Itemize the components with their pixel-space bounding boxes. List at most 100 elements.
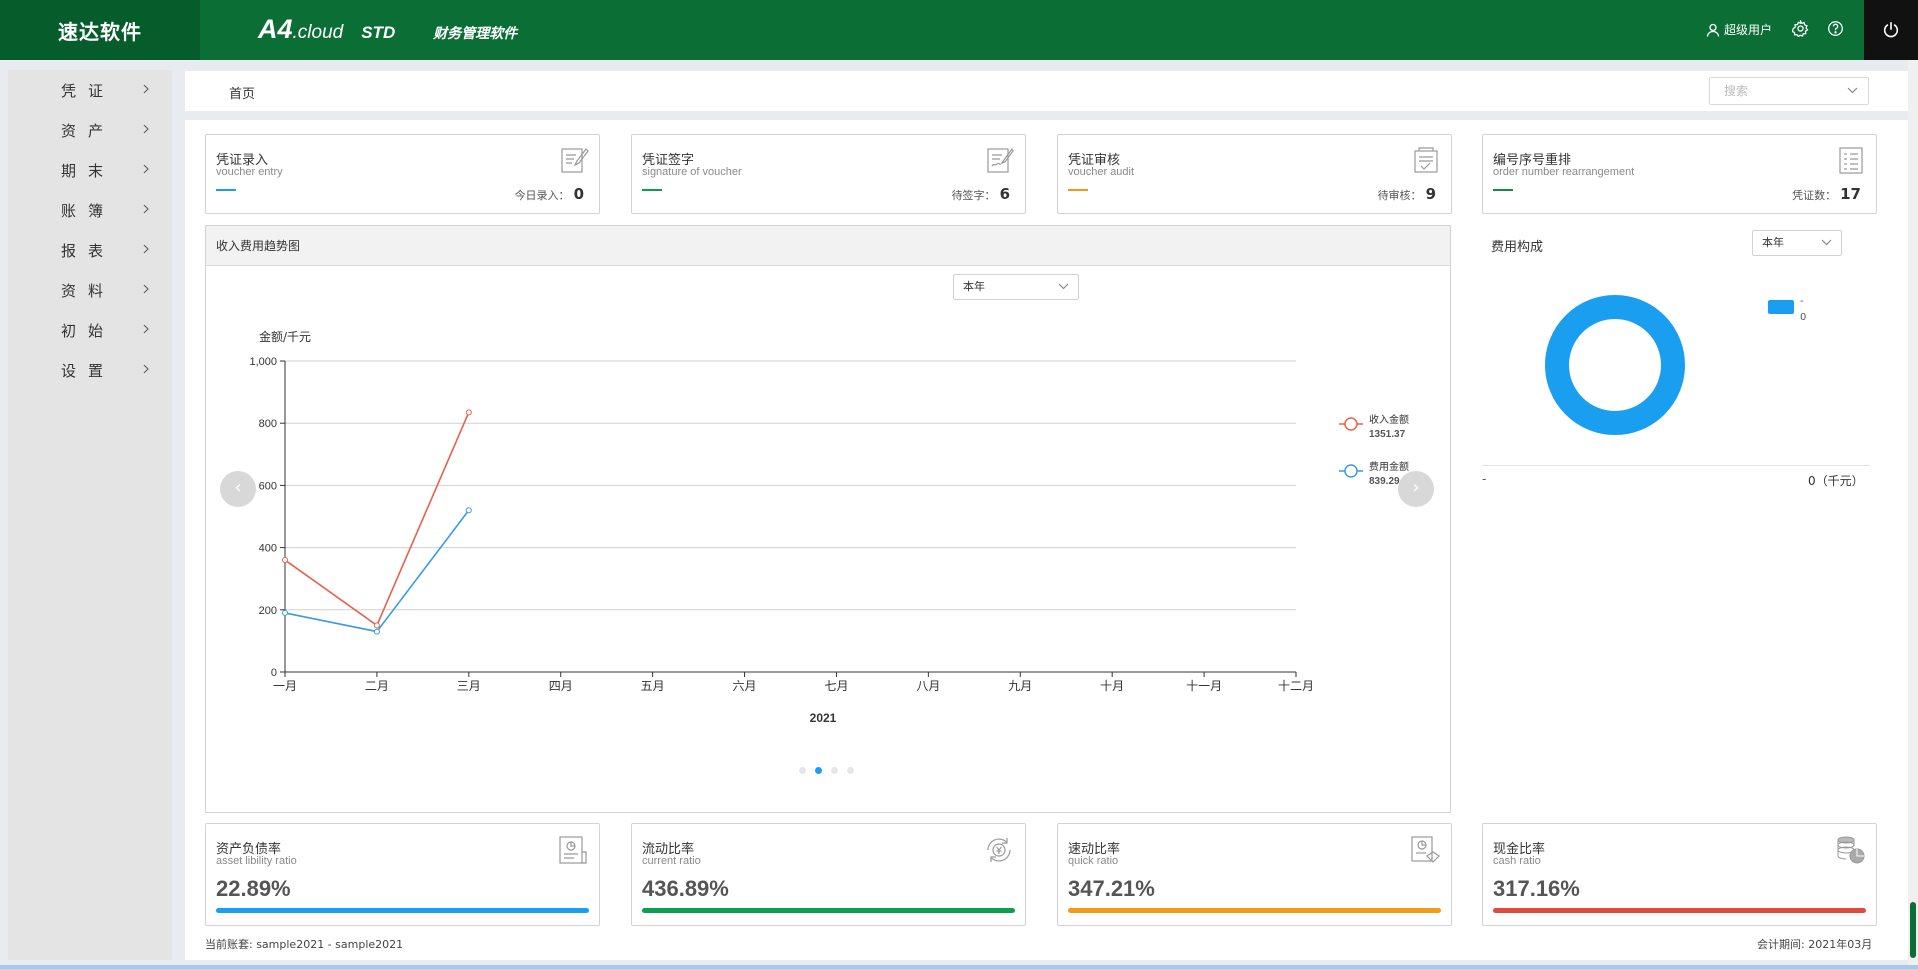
sidebar-item-label: 账簿 (61, 201, 116, 220)
chevron-right-icon (143, 164, 149, 174)
series-point (465, 507, 472, 514)
card-asset-liability-ratio[interactable]: 资产负债率 asset libility ratio 22.89% (205, 823, 600, 926)
divider (1482, 465, 1870, 466)
user-icon (1706, 23, 1720, 37)
product-name: 财务管理软件 (433, 26, 518, 42)
breadcrumb-home[interactable]: 首页 (229, 83, 255, 102)
sidebar-item-settings[interactable]: 设置 (8, 350, 172, 390)
card-subtitle: cash ratio (1493, 855, 1541, 867)
card-cash-ratio[interactable]: 现金比率 cash ratio 317.16% (1482, 823, 1877, 926)
sidebar-item-ledger[interactable]: 账簿 (8, 190, 172, 230)
scrollbar[interactable] (1908, 60, 1918, 969)
cost-period-select[interactable]: 本年 (1752, 230, 1842, 256)
card-accent (642, 189, 662, 191)
series-line (284, 509, 470, 633)
card-voucher-audit[interactable]: 凭证审核 voucher audit 待审核： 9 (1057, 134, 1452, 214)
chart-doc-icon (559, 836, 587, 864)
ratio-progress-bar (1493, 908, 1866, 913)
chevron-right-icon (143, 204, 149, 214)
ratio-value: 22.89% (216, 876, 291, 901)
series-line (284, 411, 470, 627)
x-tick-label: 二月 (365, 679, 389, 693)
sidebar-item-reports[interactable]: 报表 (8, 230, 172, 270)
card-voucher-signature[interactable]: 凭证签字 signature of voucher 待签字： 6 (631, 134, 1026, 214)
card-renumber[interactable]: 编号序号重排 order number rearrangement 凭证数： 17 (1482, 134, 1877, 214)
product-title: A4 .cloud STD 财务管理软件 (258, 14, 517, 45)
sidebar-item-assets[interactable]: 资产 (8, 110, 172, 150)
accounting-period: 会计期间: 2021年03月 (1757, 938, 1873, 951)
legend-total: 1351.37 (1369, 429, 1406, 440)
legend-marker (1344, 417, 1358, 431)
search-input[interactable]: 搜索 (1709, 77, 1869, 105)
sidebar-item-label: 凭证 (61, 81, 116, 100)
ratio-value: 436.89% (642, 876, 729, 901)
gear-icon[interactable] (1791, 19, 1812, 40)
card-subtitle: order number rearrangement (1493, 166, 1635, 178)
x-tick-label: 十二月 (1278, 679, 1314, 693)
carousel-dot[interactable] (847, 767, 854, 774)
y-tick-label: 400 (259, 543, 277, 555)
cost-period-value: 本年 (1762, 236, 1784, 249)
ratio-progress-bar (1068, 908, 1441, 913)
series-point (282, 557, 288, 564)
sidebar-item-voucher[interactable]: 凭证 (8, 70, 172, 110)
current-account-set: 当前账套: sample2021 - sample2021 (205, 938, 404, 951)
cost-legend-swatch (1768, 300, 1794, 314)
ratio-progress-bar (216, 908, 589, 913)
card-count: 待签字： 6 (951, 185, 1010, 203)
cost-legend-name: - (1800, 296, 1804, 307)
carousel-dot-active[interactable] (815, 767, 822, 774)
ratio-progress-bar (642, 908, 1015, 913)
x-tick-label: 九月 (1008, 679, 1032, 693)
sidebar-item-data[interactable]: 资料 (8, 270, 172, 310)
top-bar: 速达软件 A4 .cloud STD 财务管理软件 超级用户 (0, 0, 1918, 60)
card-quick-ratio[interactable]: 速动比率 quick ratio 347.21% (1057, 823, 1452, 926)
brand-logo: 速达软件 (0, 0, 200, 60)
card-count: 凭证数： 17 (1792, 185, 1861, 203)
bottom-strip (0, 965, 1918, 969)
scrollbar-thumb[interactable] (1910, 902, 1916, 958)
chevron-right-icon (143, 364, 149, 374)
y-tick-label: 0 (271, 667, 277, 679)
power-button[interactable] (1864, 0, 1918, 60)
help-icon[interactable] (1827, 20, 1847, 40)
carousel-next-button[interactable]: › (1398, 471, 1434, 507)
cost-donut-ring (1545, 295, 1685, 435)
sidebar-item-label: 资料 (61, 281, 116, 300)
card-voucher-entry[interactable]: 凭证录入 voucher entry 今日录入： 0 (205, 134, 600, 214)
chevron-right-icon (143, 324, 149, 334)
y-tick-label: 200 (259, 605, 277, 617)
sidebar-item-label: 报表 (61, 241, 116, 260)
y-tick-label: 600 (259, 480, 277, 492)
series-point (282, 609, 288, 616)
card-subtitle: asset libility ratio (216, 855, 297, 867)
product-cloud: .cloud (292, 22, 344, 43)
signature-icon (987, 147, 1014, 173)
card-subtitle: current ratio (642, 855, 701, 867)
currency-cycle-icon (987, 838, 1011, 862)
carousel-dot[interactable] (831, 767, 838, 774)
carousel-prev-button[interactable]: ‹ (220, 471, 256, 507)
card-current-ratio[interactable]: 流动比率 current ratio 436.89% (631, 823, 1026, 926)
cost-donut-chart (1545, 295, 1685, 435)
card-accent (1493, 189, 1513, 191)
list-icon (1839, 147, 1863, 174)
x-tick-label: 十月 (1100, 679, 1124, 693)
user-menu[interactable]: 超级用户 (1706, 21, 1772, 38)
card-count: 待审核： 9 (1377, 185, 1436, 203)
card-subtitle: voucher audit (1068, 166, 1135, 178)
x-axis-title: 2021 (810, 711, 837, 725)
legend-name: 费用金额 (1369, 460, 1409, 473)
x-tick-label: 一月 (273, 679, 297, 693)
ratio-value: 317.16% (1493, 876, 1580, 901)
sidebar-item-period-end[interactable]: 期末 (8, 150, 172, 190)
audit-icon (1414, 147, 1438, 173)
carousel-dot[interactable] (799, 767, 806, 774)
sidebar-item-label: 初始 (61, 321, 116, 340)
cost-legend-value: 0 (1800, 312, 1807, 323)
legend-marker (1344, 464, 1358, 478)
sidebar-item-initial[interactable]: 初始 (8, 310, 172, 350)
card-accent (1068, 189, 1088, 191)
card-subtitle: signature of voucher (642, 166, 742, 178)
trend-chart-title: 收入费用趋势图 (206, 226, 1450, 266)
